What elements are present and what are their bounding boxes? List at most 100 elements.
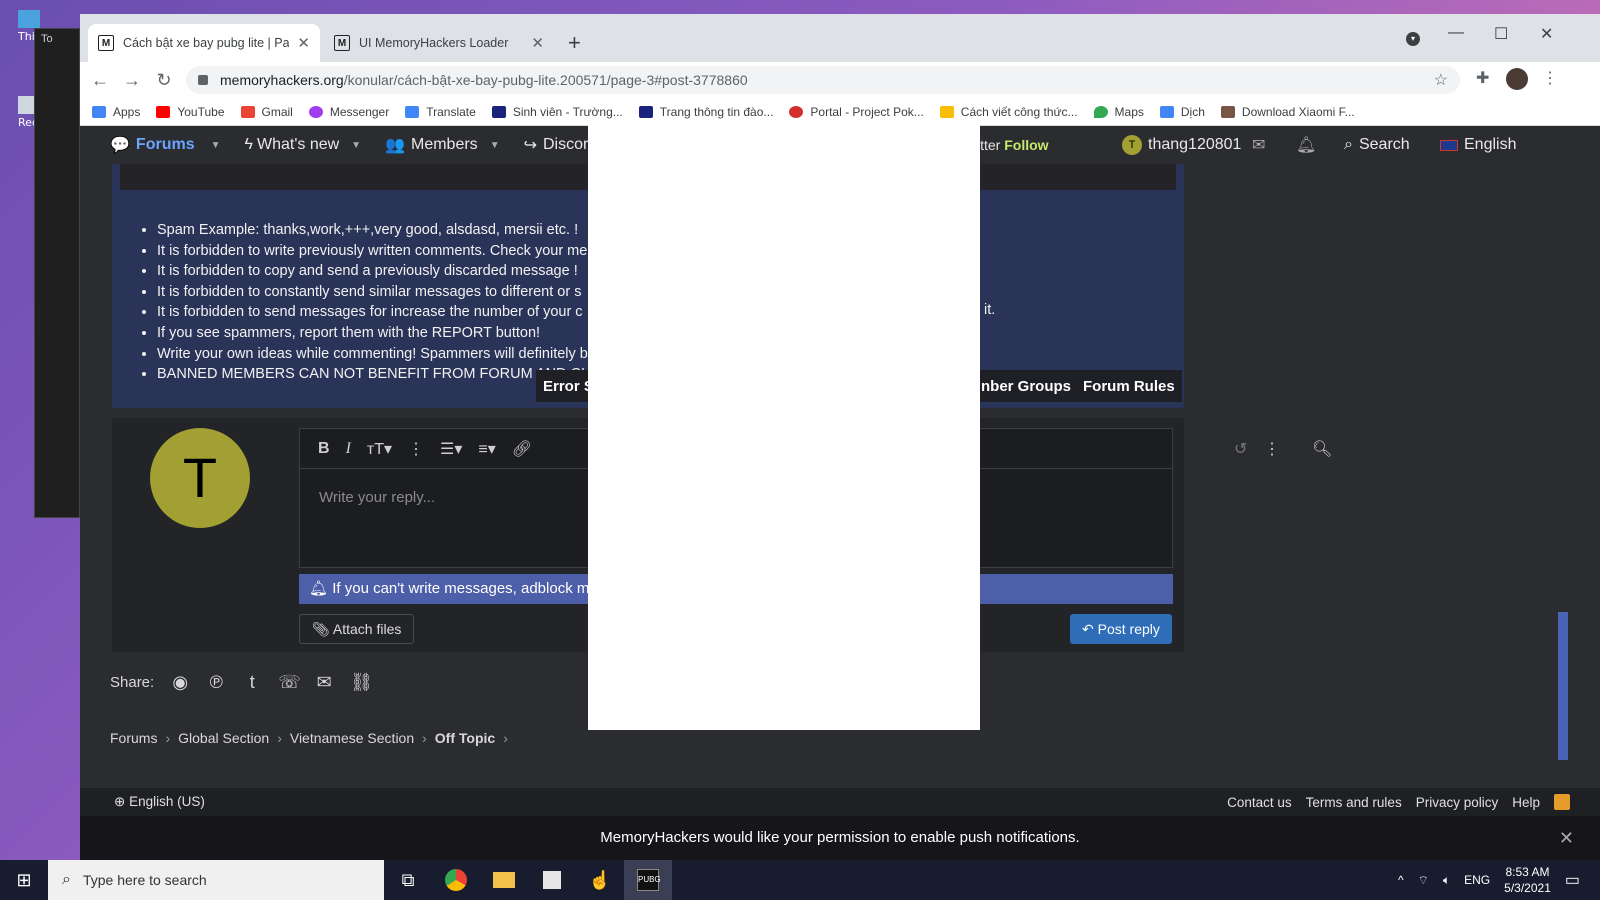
extensions-icon[interactable]: ✚ (1476, 68, 1489, 88)
bookmark-label: Trang thông tin đào... (659, 104, 774, 119)
pubg-icon[interactable]: PUBG (624, 860, 672, 900)
bold-icon[interactable]: B (318, 440, 330, 458)
bookmark-maps[interactable]: Maps (1093, 105, 1144, 119)
language-indicator[interactable]: ENG (1464, 873, 1490, 887)
more-dots-icon[interactable]: ⋮ (1264, 439, 1280, 459)
bookmark-sinh-vien[interactable]: Sinh viên - Trường... (491, 104, 623, 119)
reply-arrow-icon: ↶ (1082, 621, 1094, 637)
chevron-up-icon[interactable]: ^ (1398, 873, 1404, 887)
tab-forum-rules[interactable]: Forum Rules (1076, 370, 1182, 402)
new-tab-button[interactable]: + (568, 30, 581, 56)
nav-language[interactable]: English (1440, 136, 1516, 154)
list-item: Write your own ideas while commenting! S… (157, 344, 588, 365)
bell-icon[interactable]: 🔔︎ (1296, 135, 1316, 155)
store-icon[interactable] (528, 860, 576, 900)
email-icon[interactable]: ✉ (314, 672, 334, 693)
maximize-icon[interactable]: ☐ (1494, 24, 1508, 44)
nav-search[interactable]: ⌕ Search (1344, 136, 1410, 154)
tab-loader[interactable]: M UI MemoryHackers Loader ✕ (324, 24, 554, 62)
breadcrumb-vietnamese[interactable]: Vietnamese Section (290, 730, 414, 746)
nav-discord[interactable]: ↪ Discord (524, 135, 598, 155)
scrollbar-thumb[interactable] (1558, 612, 1568, 760)
bookmark-portal[interactable]: Portal - Project Pok... (789, 105, 924, 119)
volume-icon[interactable]: 🔈︎ (1443, 873, 1450, 888)
bookmark-download-xiaomi[interactable]: Download Xiaomi F... (1220, 105, 1355, 119)
forward-icon[interactable]: → (116, 70, 148, 91)
footer-link-terms[interactable]: Terms and rules (1306, 795, 1402, 810)
notification-center-icon[interactable]: ▭ (1565, 870, 1580, 890)
post-reply-button[interactable]: ↶ Post reply (1070, 614, 1172, 644)
link-icon[interactable]: 🔗︎ (512, 439, 532, 459)
align-icon[interactable]: ≡▾ (478, 439, 495, 459)
pinterest-icon[interactable]: ℗ (206, 672, 226, 693)
more-dots-icon[interactable]: ⋮ (408, 439, 424, 459)
close-icon[interactable]: ✕ (1559, 816, 1574, 860)
preview-icon[interactable]: 🔍︎ (1312, 439, 1332, 459)
windows-start-icon[interactable]: ⊞ (0, 870, 48, 891)
undo-icon[interactable]: ↺ (1234, 439, 1247, 459)
nav-whats-new[interactable]: ϟ What's new ▼ (245, 136, 362, 154)
chevron-down-icon[interactable]: ▼ (490, 140, 500, 151)
nav-members[interactable]: 👥 Members ▼ (385, 135, 500, 155)
task-view-icon[interactable]: ⧉ (384, 860, 432, 900)
bookmark-cach-viet[interactable]: Cách viết công thức... (939, 105, 1078, 119)
bookmark-dich[interactable]: Dịch (1159, 105, 1205, 119)
wifi-icon[interactable]: ⌔ (1418, 873, 1429, 888)
profile-avatar[interactable] (1506, 68, 1528, 90)
file-explorer-icon[interactable] (480, 860, 528, 900)
tumblr-icon[interactable]: t (242, 672, 262, 693)
close-icon[interactable]: ✕ (297, 34, 310, 52)
bookmark-star-icon[interactable]: ☆ (1434, 70, 1448, 90)
tab-active[interactable]: M Cách bật xe bay pubg lite | Page ✕ (88, 24, 320, 62)
menu-dots-icon[interactable]: ⋮ (1542, 68, 1558, 88)
bookmark-apps[interactable]: Apps (92, 105, 140, 119)
taskbar-search-input[interactable]: ⌕ Type here to search (48, 860, 384, 900)
clock-date: 5/3/2021 (1504, 881, 1551, 895)
nav-forums[interactable]: 💬 Forums ▼ (110, 135, 221, 155)
bookmark-label: Sinh viên - Trường... (512, 104, 623, 119)
footer-link-privacy[interactable]: Privacy policy (1416, 795, 1499, 810)
bookmark-youtube[interactable]: YouTube (156, 105, 225, 119)
reddit-icon[interactable]: ◉ (170, 672, 190, 693)
breadcrumb-forums[interactable]: Forums (110, 730, 157, 746)
footer-language[interactable]: ⊕ English (US) (114, 794, 205, 810)
back-icon[interactable]: ← (84, 70, 116, 91)
apps-grid-icon (92, 105, 106, 118)
nav-user[interactable]: Tthang120801 (1122, 135, 1241, 155)
uk-flag-icon (1440, 139, 1458, 151)
twitter-label: itter (977, 137, 1001, 153)
clock[interactable]: 8:53 AM 5/3/2021 (1504, 864, 1551, 896)
background-window[interactable]: To (34, 28, 80, 518)
breadcrumb-global[interactable]: Global Section (178, 730, 269, 746)
inbox-icon[interactable]: ✉ (1252, 135, 1265, 155)
text-size-icon[interactable]: тT▾ (367, 439, 392, 459)
chevron-down-icon[interactable]: ▼ (211, 140, 221, 151)
touch-app-icon[interactable]: ☝ (576, 860, 624, 900)
nav-label: Forums (135, 136, 195, 153)
close-icon[interactable]: ✕ (531, 34, 544, 52)
bookmark-trang-thong-tin[interactable]: Trang thông tin đào... (638, 104, 774, 119)
attach-files-button[interactable]: 📎︎ Attach files (299, 614, 415, 644)
bookmark-messenger[interactable]: Messenger (308, 105, 389, 119)
list-icon[interactable]: ☰▾ (440, 439, 462, 459)
bookmark-translate[interactable]: Translate (405, 105, 476, 119)
breadcrumb-off-topic[interactable]: Off Topic (435, 730, 495, 746)
nav-twitter-follow[interactable]: itter Follow (977, 137, 1049, 153)
whatsapp-icon[interactable]: ☏ (278, 672, 301, 693)
bookmark-gmail[interactable]: Gmail (240, 105, 293, 119)
tab-search-icon[interactable]: ▾ (1406, 32, 1420, 46)
chevron-down-icon[interactable]: ▼ (351, 140, 361, 151)
reload-icon[interactable]: ↻ (148, 70, 180, 91)
address-bar[interactable]: memoryhackers.org/konular/cách-bật-xe-ba… (186, 66, 1460, 94)
minimize-icon[interactable]: — (1448, 24, 1464, 42)
link-icon[interactable]: ⛓ (350, 672, 373, 693)
footer-link-contact[interactable]: Contact us (1227, 795, 1292, 810)
footer-link-help[interactable]: Help (1512, 795, 1540, 810)
bookmarks-bar: Apps YouTube Gmail Messenger Translate S… (80, 98, 1600, 126)
italic-icon[interactable]: I (346, 440, 351, 458)
tab-member-groups[interactable]: nber Groups (974, 370, 1079, 402)
chrome-icon[interactable] (432, 860, 480, 900)
window-close-icon[interactable]: ✕ (1540, 24, 1553, 44)
rss-icon[interactable] (1554, 794, 1570, 810)
memoryhackers-favicon: M (334, 35, 350, 51)
